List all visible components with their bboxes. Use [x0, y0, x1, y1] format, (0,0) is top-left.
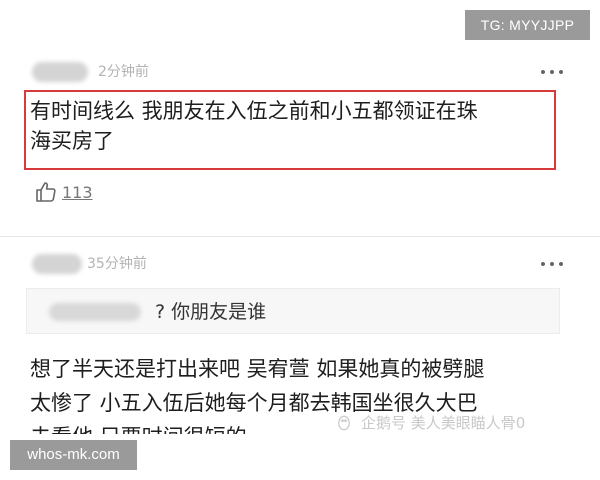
dot — [550, 70, 554, 74]
blurred-username — [32, 254, 82, 274]
quoted-reply[interactable]: ? 你朋友是谁 — [26, 288, 560, 334]
watermark-text: 企鹅号 美人美眼瞄人骨0 — [361, 414, 526, 432]
more-options-icon[interactable] — [541, 70, 563, 76]
dot — [541, 70, 545, 74]
penguin-logo-icon — [338, 415, 350, 430]
comment-divider — [0, 236, 600, 237]
telegram-watermark-badge: TG: MYYJJPP — [465, 10, 590, 40]
like-count: 113 — [62, 182, 93, 202]
dot — [559, 70, 563, 74]
comment-meta: 2分钟前 — [0, 56, 600, 92]
comment-timestamp: 35分钟前 — [87, 256, 147, 272]
like-button[interactable]: 113 — [34, 178, 93, 206]
comment-line: 有时间线么 我朋友在入伍之前和小五都领证在珠 — [30, 99, 478, 123]
blurred-reply-username — [49, 303, 141, 321]
comment-timestamp: 2分钟前 — [98, 64, 149, 80]
source-watermark: 企鹅号 美人美眼瞄人骨0 — [335, 412, 525, 433]
more-options-icon[interactable] — [541, 262, 563, 268]
dot — [541, 262, 545, 266]
site-watermark-badge: whos-mk.com — [10, 440, 137, 470]
quoted-reply-text: ? 你朋友是谁 — [155, 301, 267, 323]
blurred-username — [32, 62, 88, 82]
comment-line: 海买房了 — [30, 129, 114, 153]
dot — [559, 262, 563, 266]
comment-line: 想了半天还是打出来吧 吴宥萱 如果她真的被劈腿 — [30, 357, 485, 381]
comment-item: 2分钟前 有时间线么 我朋友在入伍之前和小五都领证在珠 海买房了 113 — [0, 56, 600, 237]
dot — [550, 262, 554, 266]
thumbs-up-icon — [36, 182, 56, 202]
comment-meta: 35分钟前 — [0, 248, 600, 284]
comment-body: 有时间线么 我朋友在入伍之前和小五都领证在珠 海买房了 — [30, 96, 560, 156]
